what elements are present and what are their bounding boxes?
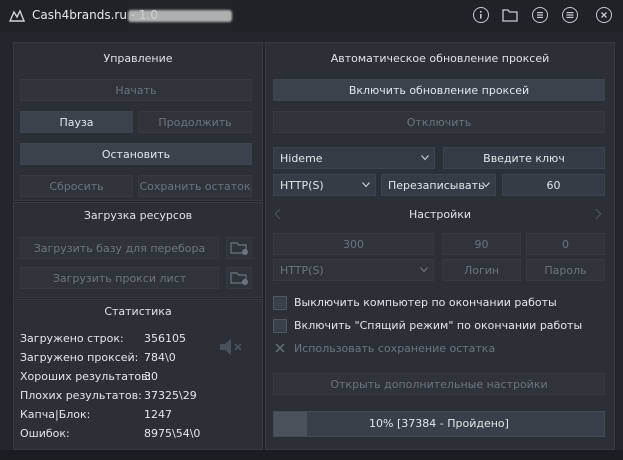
proxy-type-select[interactable]: HTTP(S) bbox=[273, 259, 434, 281]
proxy-mode-select[interactable]: Перезаписывать bbox=[381, 174, 496, 196]
menu-icon bbox=[566, 12, 574, 18]
sound-muted-icon[interactable] bbox=[218, 336, 244, 358]
settings-header: Настройки bbox=[408, 208, 472, 221]
stats-header: Статистика bbox=[104, 305, 172, 318]
enter-key-button[interactable]: Введите ключ bbox=[443, 147, 605, 169]
menu-button[interactable] bbox=[562, 7, 578, 23]
chevron-down-icon bbox=[420, 267, 428, 273]
folder-add-icon bbox=[230, 272, 248, 285]
stat-value-good: 30 bbox=[144, 370, 158, 383]
stat-label-captcha: Капча|Блок: bbox=[20, 408, 91, 421]
open-extra-settings-button[interactable]: Открыть дополнительные настройки bbox=[273, 373, 605, 395]
folder-icon bbox=[502, 9, 518, 22]
resources-header: Загрузка ресурсов bbox=[83, 209, 193, 222]
stat-label-bad: Плохих результатов: bbox=[20, 389, 142, 402]
folder-add-icon bbox=[230, 242, 248, 255]
redacted-version bbox=[128, 10, 232, 22]
login-input[interactable]: Логин bbox=[442, 259, 521, 281]
shutdown-label: Выключить компьютер по окончании работы bbox=[294, 296, 557, 309]
proxy-protocol-value: HTTP(S) bbox=[280, 179, 324, 192]
sleep-label: Включить "Спящий режим" по окончании раб… bbox=[294, 319, 583, 332]
stop-button[interactable]: Остановить bbox=[20, 143, 252, 165]
control-header: Управление bbox=[103, 52, 173, 65]
load-proxy-button[interactable]: Загрузить прокси лист bbox=[20, 267, 219, 289]
resume-button[interactable]: Продолжить bbox=[138, 111, 252, 133]
stat-value-lines: 356105 bbox=[144, 332, 186, 345]
reset-button[interactable]: Сбросить bbox=[20, 175, 133, 197]
enable-proxy-update-button[interactable]: Включить обновление проксей bbox=[273, 79, 605, 101]
progress-text: 10% [37384 - Пройдено] bbox=[369, 417, 509, 430]
stat-label-lines: Загружено строк: bbox=[20, 332, 124, 345]
proxy-mode-value: Перезаписывать bbox=[388, 179, 485, 192]
proxy-provider-value: Hideme bbox=[280, 152, 323, 165]
shutdown-checkbox[interactable] bbox=[273, 296, 287, 310]
stat-label-good: Хороших результатов: bbox=[20, 370, 152, 383]
progress-bar: 10% [37384 - Пройдено] bbox=[273, 411, 605, 437]
bottom-strip bbox=[0, 450, 623, 460]
timeout-input[interactable]: 90 bbox=[442, 233, 521, 255]
chevron-down-icon bbox=[362, 182, 370, 188]
start-button[interactable]: Начать bbox=[20, 79, 252, 101]
chevron-down-icon bbox=[482, 182, 490, 188]
sleep-checkbox[interactable] bbox=[273, 319, 287, 333]
stat-label-proxies: Загружено проксей: bbox=[20, 351, 139, 364]
retries-input[interactable]: 0 bbox=[526, 233, 605, 255]
use-save-label: Использовать сохранение остатка bbox=[294, 342, 496, 355]
use-save-checkbox[interactable] bbox=[274, 342, 286, 354]
close-icon bbox=[601, 12, 607, 18]
info-button[interactable] bbox=[473, 7, 489, 23]
chevron-right-icon[interactable] bbox=[594, 208, 602, 220]
load-base-folder-button[interactable] bbox=[226, 237, 252, 259]
stat-value-captcha: 1247 bbox=[144, 408, 172, 421]
folder-button[interactable] bbox=[502, 8, 518, 22]
stat-value-bad: 37325\29 bbox=[144, 389, 197, 402]
disable-proxy-update-button[interactable]: Отключить bbox=[273, 111, 605, 133]
list-button[interactable] bbox=[532, 7, 548, 23]
proxy-type-value: HTTP(S) bbox=[280, 264, 324, 277]
proxy-interval-input[interactable]: 60 bbox=[502, 174, 605, 196]
stat-value-proxies: 784\0 bbox=[144, 351, 176, 364]
proxy-provider-select[interactable]: Hideme bbox=[273, 147, 435, 169]
save-remainder-button[interactable]: Сохранить остаток bbox=[138, 175, 252, 197]
close-button[interactable] bbox=[596, 7, 612, 23]
threads-input[interactable]: 300 bbox=[273, 233, 434, 255]
pause-button[interactable]: Пауза bbox=[20, 111, 133, 133]
password-input[interactable]: Пароль bbox=[526, 259, 605, 281]
proxy-update-header: Автоматическое обновление проксей bbox=[330, 52, 550, 65]
app-logo-icon bbox=[9, 9, 25, 22]
title-bar: Cash4brands.ru - 1.0 bbox=[0, 0, 623, 32]
stat-label-errors: Ошибок: bbox=[20, 427, 70, 440]
proxy-protocol-select[interactable]: HTTP(S) bbox=[273, 174, 376, 196]
info-icon bbox=[480, 11, 482, 19]
list-icon bbox=[537, 12, 543, 18]
load-base-button[interactable]: Загрузить базу для перебора bbox=[20, 237, 219, 259]
load-proxy-folder-button[interactable] bbox=[226, 267, 252, 289]
stat-value-errors: 8975\54\0 bbox=[144, 427, 201, 440]
chevron-down-icon bbox=[421, 155, 429, 161]
